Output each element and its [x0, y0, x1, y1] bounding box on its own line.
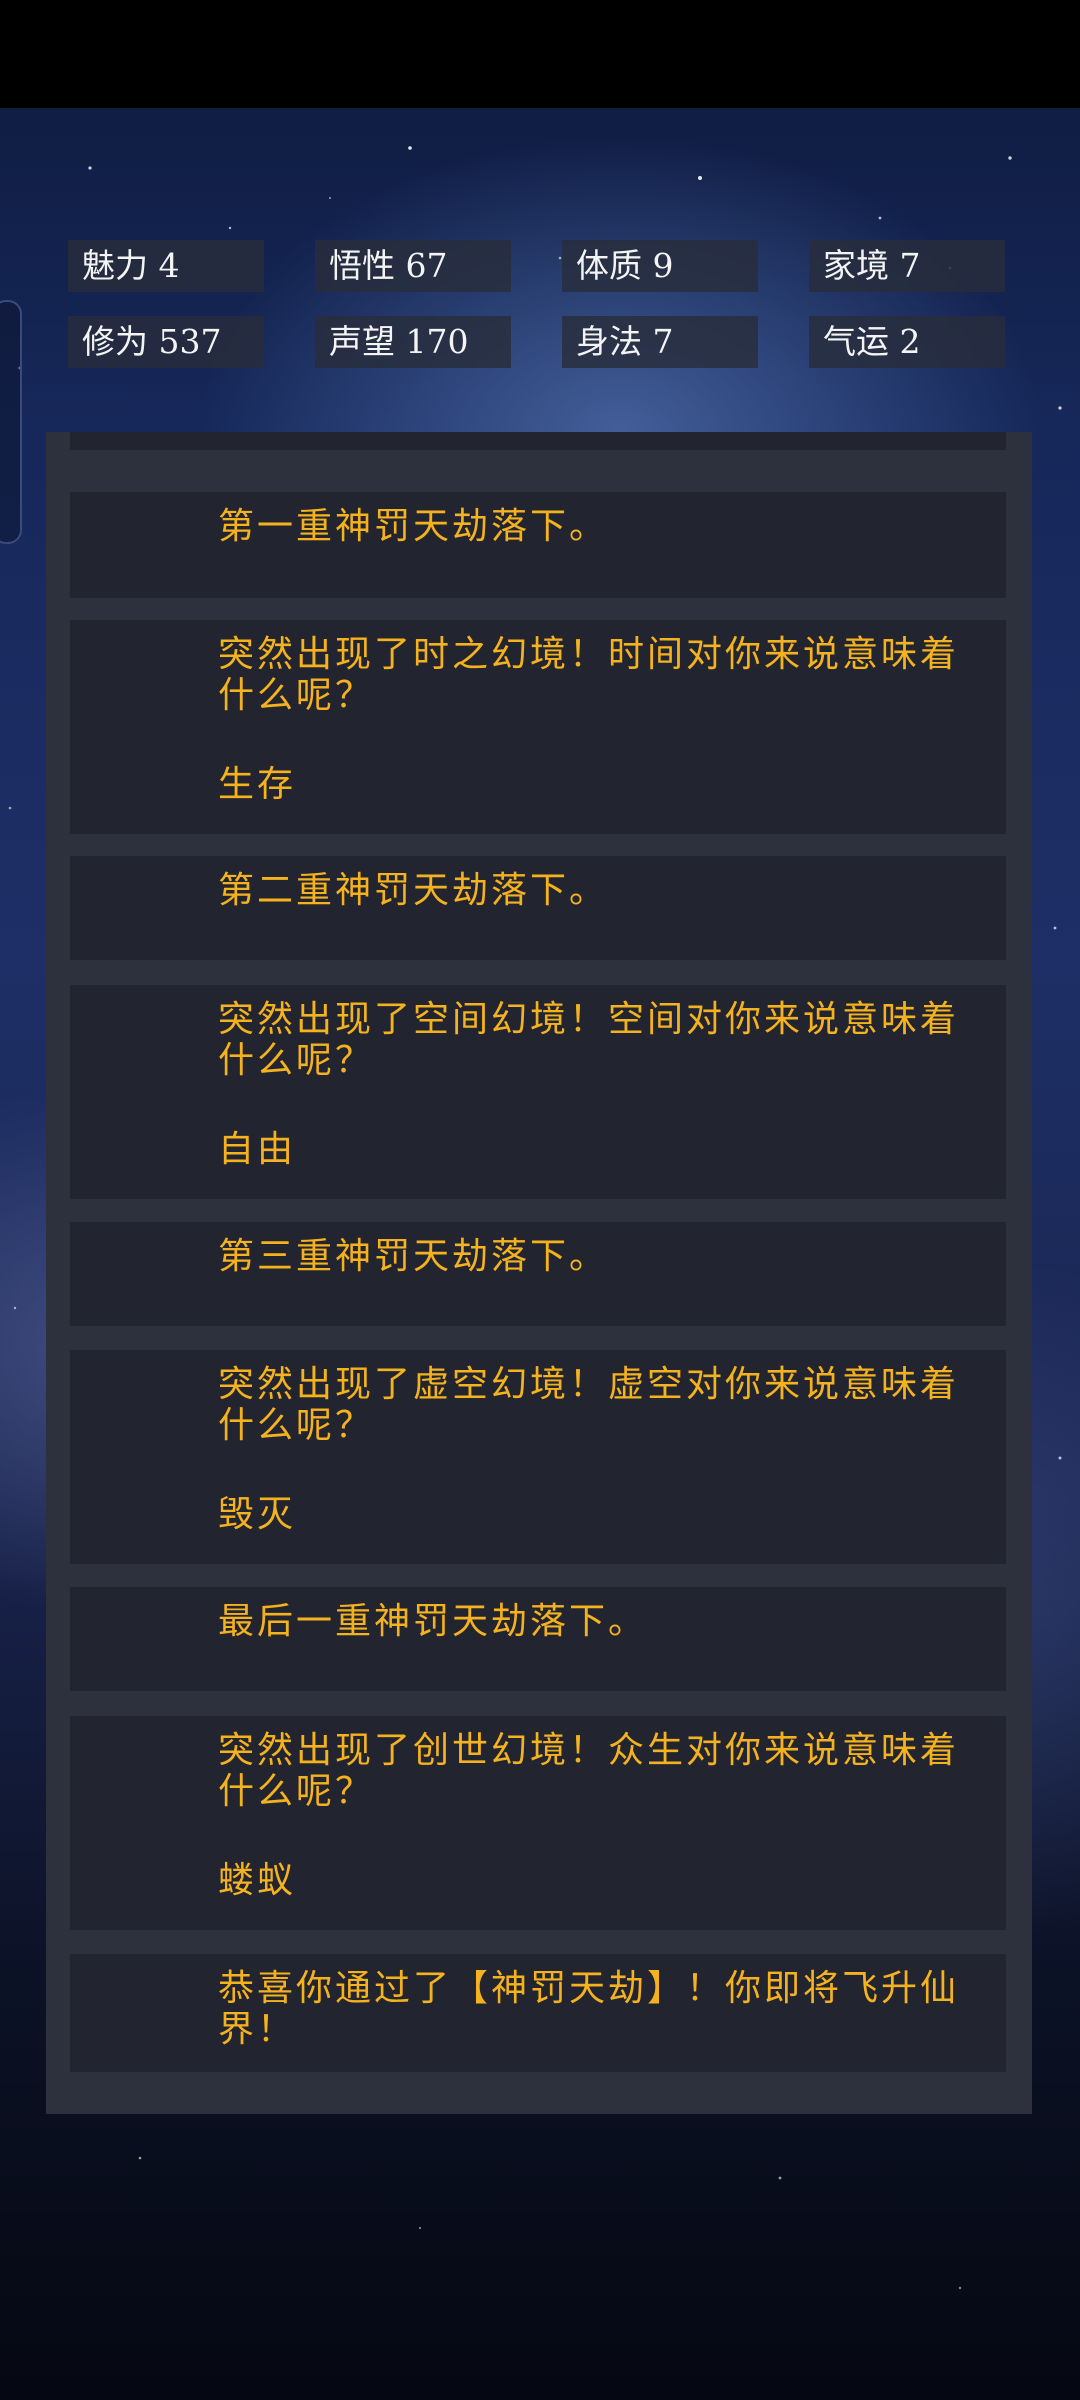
attribute-stat: 身法 7: [562, 316, 758, 368]
log-entry-choice: 自由: [218, 1129, 297, 1170]
log-entry-text: 突然出现了虚空幻境！虚空对你来说意味着什么呢？: [218, 1364, 960, 1446]
side-drawer-handle[interactable]: [0, 300, 22, 544]
log-entry: 突然出现了时之幻境！时间对你来说意味着什么呢？ 生存: [70, 620, 1006, 834]
attribute-stat: 体质 9: [562, 240, 758, 292]
log-entry-text: 第三重神罚天劫落下。: [218, 1236, 609, 1277]
log-entry-choice: 蝼蚁: [218, 1860, 297, 1901]
attribute-stat: 家境 7: [809, 240, 1005, 292]
log-entry-text: 第一重神罚天劫落下。: [218, 506, 609, 547]
log-entry: 突然出现了创世幻境！众生对你来说意味着什么呢？ 蝼蚁: [70, 1716, 1006, 1930]
log-entry: 第一重神罚天劫落下。: [70, 492, 1006, 598]
log-entry-text: 最后一重神罚天劫落下。: [218, 1601, 648, 1642]
attribute-stat: 修为 537: [68, 316, 264, 368]
log-entry: 突然出现了空间幻境！空间对你来说意味着什么呢？ 自由: [70, 985, 1006, 1199]
log-entry: 恭喜你通过了【神罚天劫】！你即将飞升仙界！: [70, 1954, 1006, 2072]
log-entry-choice: 毁灭: [218, 1494, 297, 1535]
event-log-panel[interactable]: 第一重神罚天劫落下。突然出现了时之幻境！时间对你来说意味着什么呢？ 生存第二重神罚…: [46, 432, 1032, 2114]
status-bar: [0, 0, 1080, 108]
log-entry: 第二重神罚天劫落下。: [70, 856, 1006, 960]
attribute-stat: 气运 2: [809, 316, 1005, 368]
log-entry-text: 突然出现了创世幻境！众生对你来说意味着什么呢？: [218, 1730, 960, 1812]
log-entry-text: 恭喜你通过了【神罚天劫】！你即将飞升仙界！: [218, 1968, 960, 2050]
log-entry-choice: 生存: [218, 764, 297, 805]
log-entry-text: 突然出现了时之幻境！时间对你来说意味着什么呢？: [218, 634, 960, 716]
log-entry-scrolled: [70, 432, 1006, 450]
attribute-stat: 悟性 67: [315, 240, 511, 292]
log-entry: 第三重神罚天劫落下。: [70, 1222, 1006, 1326]
log-entry: 最后一重神罚天劫落下。: [70, 1587, 1006, 1691]
attribute-stat: 声望 170: [315, 316, 511, 368]
log-entry: 突然出现了虚空幻境！虚空对你来说意味着什么呢？ 毁灭: [70, 1350, 1006, 1564]
log-entry-text: 第二重神罚天劫落下。: [218, 870, 609, 911]
attribute-stat: 魅力 4: [68, 240, 264, 292]
log-entry-text: 突然出现了空间幻境！空间对你来说意味着什么呢？: [218, 999, 960, 1081]
